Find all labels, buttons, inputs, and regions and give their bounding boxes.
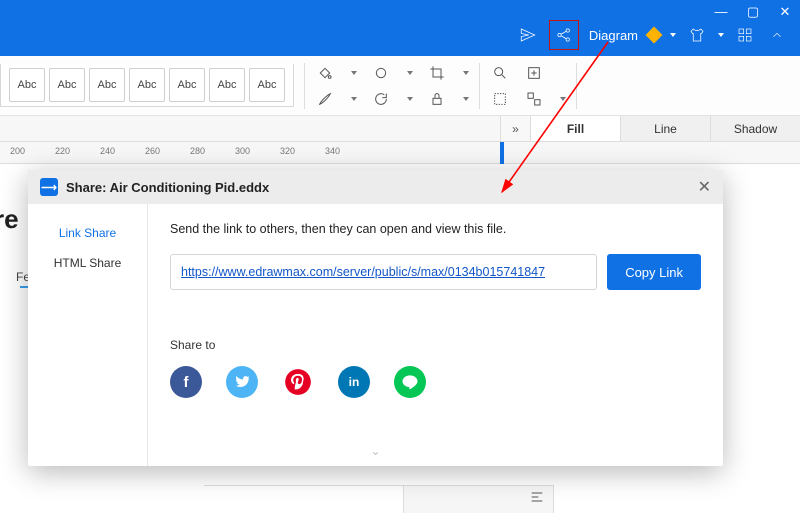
ruler-tick: 280: [190, 146, 205, 156]
replace-icon[interactable]: [524, 63, 544, 83]
tool-group-1: [315, 63, 469, 109]
dropdown-icon[interactable]: [407, 97, 413, 101]
tab-line[interactable]: Line: [620, 116, 710, 141]
group-icon[interactable]: [524, 89, 544, 109]
style-swatch[interactable]: Abc: [9, 68, 45, 102]
shirt-icon[interactable]: [686, 24, 708, 46]
style-swatches: Abc Abc Abc Abc Abc Abc Abc: [0, 64, 294, 107]
dialog-header: ⟶ Share: Air Conditioning Pid.eddx ✕: [28, 170, 723, 204]
crop-icon[interactable]: [427, 63, 447, 83]
search-icon[interactable]: [490, 63, 510, 83]
style-swatch[interactable]: Abc: [169, 68, 205, 102]
page-tab-area: [404, 485, 554, 513]
page-tab-area: [204, 485, 404, 513]
copy-link-button[interactable]: Copy Link: [607, 254, 701, 290]
dropdown-icon[interactable]: [463, 71, 469, 75]
dialog-main: Send the link to others, then they can o…: [148, 204, 723, 466]
share-to-section: Share to f in: [170, 338, 701, 398]
minimize-button[interactable]: —: [712, 4, 730, 20]
panel-tabs: » Fill Line Shadow: [0, 116, 800, 142]
dropdown-icon[interactable]: [351, 71, 357, 75]
fill-bucket-icon[interactable]: [315, 63, 335, 83]
dropdown-icon[interactable]: [463, 97, 469, 101]
close-window-button[interactable]: ✕: [776, 4, 794, 20]
style-swatch[interactable]: Abc: [89, 68, 125, 102]
separator: [304, 63, 305, 109]
collapse-up-icon[interactable]: [766, 24, 788, 46]
titlebar-actions: Diagram: [517, 20, 788, 50]
apps-icon[interactable]: [734, 24, 756, 46]
chevron-down-icon[interactable]: ⌄: [370, 444, 380, 458]
dialog-sidebar: Link Share HTML Share: [28, 204, 148, 466]
dropdown-icon[interactable]: [560, 97, 566, 101]
tab-fill[interactable]: Fill: [530, 116, 620, 141]
dialog-title: Share: Air Conditioning Pid.eddx: [66, 180, 269, 195]
diagram-diamond-icon: [646, 27, 663, 44]
dropdown-icon[interactable]: [351, 97, 357, 101]
ruler-tick: 300: [235, 146, 250, 156]
window-controls: — ▢ ✕: [712, 4, 794, 20]
align-icon[interactable]: [529, 489, 545, 510]
ruler-indicator: [500, 142, 504, 164]
share-description: Send the link to others, then they can o…: [170, 222, 701, 236]
brush-icon[interactable]: [315, 89, 335, 109]
app-logo-icon: ⟶: [40, 178, 58, 196]
shape-icon[interactable]: [371, 63, 391, 83]
lock-icon[interactable]: [427, 89, 447, 109]
shirt-dropdown-icon[interactable]: [718, 33, 724, 37]
separator: [576, 63, 577, 109]
share-to-label: Share to: [170, 338, 701, 352]
canvas-text-fragment: re: [0, 204, 19, 235]
style-swatch[interactable]: Abc: [249, 68, 285, 102]
diagram-dropdown-icon[interactable]: [670, 33, 676, 37]
ruler-tick: 320: [280, 146, 295, 156]
toolbar: Abc Abc Abc Abc Abc Abc Abc: [0, 56, 800, 116]
select-icon[interactable]: [490, 89, 510, 109]
sidebar-item-link-share[interactable]: Link Share: [28, 218, 147, 248]
style-swatch[interactable]: Abc: [129, 68, 165, 102]
maximize-button[interactable]: ▢: [744, 4, 762, 20]
ruler-backdrop: [0, 116, 500, 141]
facebook-icon[interactable]: f: [170, 366, 202, 398]
diagram-label: Diagram: [589, 28, 638, 43]
share-url-field[interactable]: https://www.edrawmax.com/server/public/s…: [170, 254, 597, 290]
ruler-tick: 220: [55, 146, 70, 156]
sidebar-item-html-share[interactable]: HTML Share: [28, 248, 147, 278]
ruler: 200 220 240 260 280 300 320 340: [0, 142, 800, 164]
linkedin-icon[interactable]: in: [338, 366, 370, 398]
send-icon[interactable]: [517, 24, 539, 46]
ruler-tick: 340: [325, 146, 340, 156]
rotate-icon[interactable]: [371, 89, 391, 109]
panel-collapse-button[interactable]: »: [500, 116, 530, 141]
dropdown-icon[interactable]: [407, 71, 413, 75]
tool-group-2: [490, 63, 566, 109]
separator: [479, 63, 480, 109]
pinterest-icon[interactable]: [282, 366, 314, 398]
line-icon[interactable]: [394, 366, 426, 398]
twitter-icon[interactable]: [226, 366, 258, 398]
close-icon[interactable]: ✕: [698, 177, 711, 197]
share-url-link[interactable]: https://www.edrawmax.com/server/public/s…: [181, 265, 545, 279]
style-swatch[interactable]: Abc: [209, 68, 245, 102]
ruler-tick: 200: [10, 146, 25, 156]
style-swatch[interactable]: Abc: [49, 68, 85, 102]
share-icon[interactable]: [549, 20, 579, 50]
share-dialog: ⟶ Share: Air Conditioning Pid.eddx ✕ Lin…: [28, 170, 723, 466]
titlebar: — ▢ ✕ Diagram: [0, 0, 800, 56]
ruler-tick: 260: [145, 146, 160, 156]
ruler-tick: 240: [100, 146, 115, 156]
tab-shadow[interactable]: Shadow: [710, 116, 800, 141]
